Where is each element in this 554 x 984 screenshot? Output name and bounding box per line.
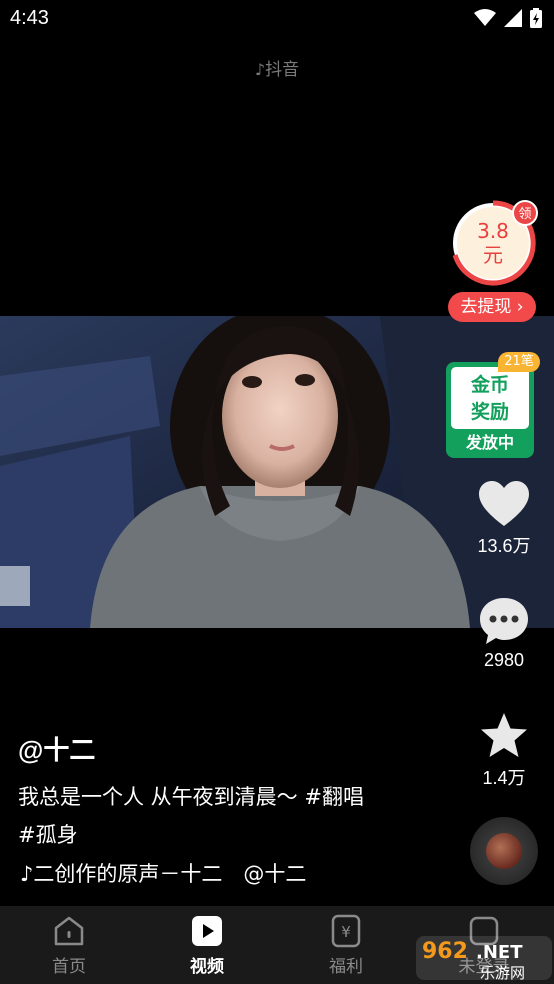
coin-card-line2: 奖励 — [470, 401, 509, 423]
star-icon — [481, 713, 527, 757]
site-watermark-logo: 962 .NET 乐游网 — [414, 932, 554, 984]
music-track-text: ♪二创作的原声－十二 @十二 — [20, 862, 307, 886]
caption-line[interactable]: #孤身 — [18, 816, 448, 854]
comment-icon — [480, 598, 528, 644]
status-icons — [474, 8, 542, 28]
video-caption: 我总是一个人 从午夜到清晨～ #翻唱 #孤身 — [18, 778, 448, 854]
nav-label-video: 视频 — [190, 957, 224, 977]
site-logo-graphic: 962 .NET 乐游网 — [416, 936, 552, 982]
nav-item-video[interactable]: 视频 — [172, 914, 242, 977]
author-name[interactable]: @十二 — [18, 730, 95, 767]
nav-label-home: 首页 — [52, 957, 86, 977]
coin-card-title: 金币 奖励 — [451, 367, 529, 429]
nav-item-welfare[interactable]: ¥ 福利 — [311, 914, 381, 977]
music-cover-art — [486, 833, 522, 869]
svg-text:乐游网: 乐游网 — [480, 964, 525, 982]
heart-icon — [479, 481, 529, 526]
douyin-logo-icon: ♪ — [254, 60, 266, 79]
wifi-icon — [474, 9, 496, 26]
watermark-text: 抖音 — [265, 60, 300, 80]
home-icon — [54, 916, 84, 946]
reward-unit: 元 — [483, 243, 503, 267]
battery-icon — [530, 8, 542, 28]
like-count: 13.6万 — [477, 536, 531, 556]
coin-reward-card[interactable]: 金币 奖励 发放中 — [446, 362, 534, 458]
favorite-count: 1.4万 — [482, 768, 526, 788]
svg-text:962: 962 — [422, 939, 468, 964]
nav-label-welfare: 福利 — [329, 957, 363, 977]
svg-text:¥: ¥ — [341, 923, 351, 941]
like-button[interactable]: 13.6万 — [464, 480, 544, 558]
coin-card-line1: 金币 — [470, 374, 509, 396]
welfare-icon: ¥ — [331, 914, 361, 948]
douyin-watermark: ♪抖音 — [0, 55, 554, 80]
status-time: 4:43 — [10, 7, 49, 29]
coin-card-status: 发放中 — [465, 433, 514, 452]
withdraw-button[interactable]: 去提现 › — [448, 292, 536, 322]
status-bar: 4:43 — [0, 0, 554, 38]
favorite-button[interactable]: 1.4万 — [464, 712, 544, 790]
caption-line: 我总是一个人 从午夜到清晨～ #翻唱 — [18, 785, 364, 809]
music-info[interactable]: ♪二创作的原声－十二 @十二 — [20, 858, 306, 888]
coin-count-badge: 21笔 — [498, 352, 540, 372]
video-icon — [192, 916, 222, 946]
signal-icon — [504, 9, 522, 27]
svg-text:.NET: .NET — [476, 942, 523, 963]
nav-item-home[interactable]: 首页 — [34, 914, 104, 977]
music-disc-button[interactable] — [470, 817, 538, 885]
comment-button[interactable]: 2980 — [464, 596, 544, 671]
reward-claim-tag[interactable]: 领 — [512, 200, 538, 226]
comment-count: 2980 — [483, 650, 525, 670]
